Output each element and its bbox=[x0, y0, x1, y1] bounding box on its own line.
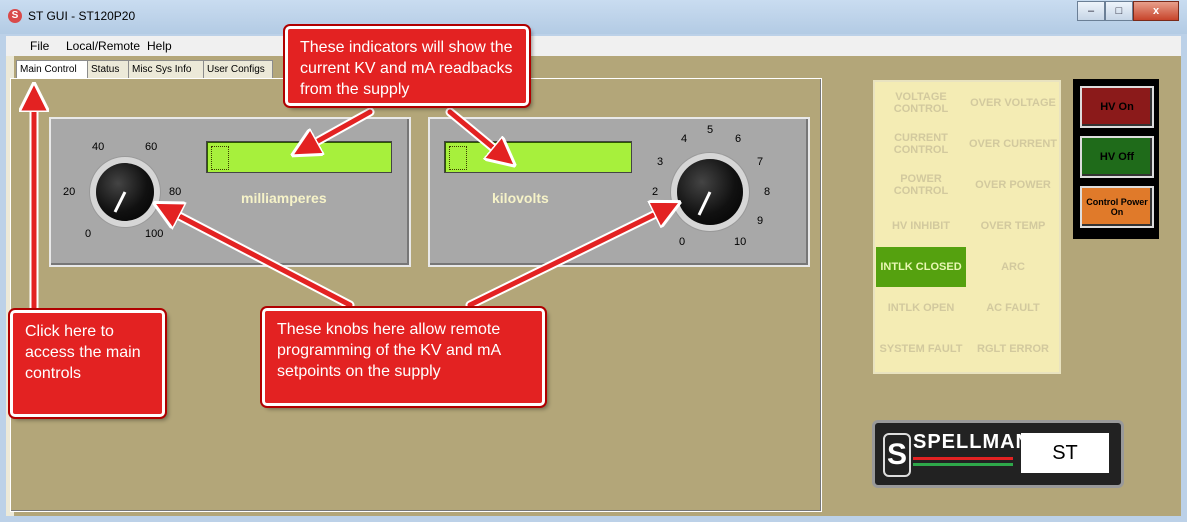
menu-help[interactable]: Help bbox=[147, 39, 172, 53]
logo-stripe-green bbox=[913, 463, 1013, 466]
app-logo-icon: S bbox=[8, 9, 22, 23]
status-indicator: INTLK CLOSED bbox=[876, 247, 966, 287]
ma-readout bbox=[206, 141, 392, 173]
kv-tick: 8 bbox=[764, 186, 771, 198]
status-indicator: SYSTEM FAULT bbox=[879, 343, 963, 355]
status-indicator: INTLK OPEN bbox=[887, 302, 955, 314]
app-window: S ST GUI - ST120P20 – □ x File Local/Rem… bbox=[0, 0, 1187, 522]
hv-control-panel: HV On HV Off Control Power On bbox=[1073, 79, 1159, 239]
status-indicator: OVER VOLTAGE bbox=[970, 97, 1056, 109]
kv-tick: 10 bbox=[734, 236, 747, 248]
kv-knob-pointer-icon bbox=[697, 191, 712, 216]
ma-knob-pointer-icon bbox=[113, 191, 127, 213]
status-indicator: AC FAULT bbox=[986, 302, 1040, 314]
tab-misc-sys-info[interactable]: Misc Sys Info bbox=[128, 60, 204, 79]
kv-readout-cursor bbox=[449, 146, 467, 170]
hv-off-button[interactable]: HV Off bbox=[1080, 136, 1154, 178]
status-indicator: OVER CURRENT bbox=[968, 138, 1057, 150]
kv-tick: 5 bbox=[707, 124, 714, 136]
kv-setpoint-knob[interactable] bbox=[677, 159, 743, 225]
title-bar[interactable]: S ST GUI - ST120P20 – □ x bbox=[0, 0, 1187, 34]
tab-status[interactable]: Status bbox=[87, 60, 129, 79]
logo-stripe-red bbox=[913, 457, 1013, 460]
ma-label: milliamperes bbox=[241, 190, 327, 206]
ma-tick: 40 bbox=[92, 141, 105, 153]
status-indicator: OVER POWER bbox=[975, 179, 1051, 191]
kv-label: kilovolts bbox=[492, 190, 549, 206]
kv-tick: 0 bbox=[679, 236, 686, 248]
callout-knobs: These knobs here allow remote programmin… bbox=[262, 308, 545, 406]
status-indicator: POWER CONTROL bbox=[893, 173, 949, 197]
kv-tick: 6 bbox=[735, 133, 742, 145]
ma-setpoint-knob[interactable] bbox=[96, 163, 154, 221]
ma-tick: 60 bbox=[145, 141, 158, 153]
status-indicator: HV INHIBIT bbox=[891, 220, 951, 232]
status-indicator: RGLT ERROR bbox=[977, 343, 1049, 355]
kv-readout bbox=[444, 141, 632, 173]
kv-tick: 2 bbox=[652, 186, 659, 198]
menu-file[interactable]: File bbox=[30, 39, 49, 53]
logo-model: ST bbox=[1021, 433, 1109, 473]
status-indicator: ARC bbox=[1001, 261, 1025, 273]
kv-tick: 7 bbox=[757, 156, 764, 168]
hv-on-button[interactable]: HV On bbox=[1080, 86, 1154, 128]
logo-brand: SPELLMAN bbox=[913, 431, 1031, 453]
kv-tick: 3 bbox=[657, 156, 664, 168]
kv-tick: 9 bbox=[757, 215, 764, 227]
maximize-button[interactable]: □ bbox=[1105, 1, 1133, 21]
ma-tick: 0 bbox=[85, 228, 92, 240]
control-power-button[interactable]: Control Power On bbox=[1080, 186, 1154, 228]
ma-tick: 100 bbox=[145, 228, 164, 240]
ma-panel: milliamperes 0 20 40 60 80 100 bbox=[49, 117, 411, 267]
menu-bar: File Local/Remote Help bbox=[6, 36, 1181, 56]
ma-readout-cursor bbox=[211, 146, 229, 170]
ma-tick: 80 bbox=[169, 186, 182, 198]
menu-local-remote[interactable]: Local/Remote bbox=[66, 39, 140, 53]
spellman-s-icon: S bbox=[883, 433, 911, 477]
status-indicator: VOLTAGE CONTROL bbox=[893, 91, 949, 115]
kv-panel: kilovolts 0 2 3 4 5 6 7 8 9 10 bbox=[428, 117, 810, 267]
window-title: ST GUI - ST120P20 bbox=[28, 9, 136, 23]
kv-tick: 4 bbox=[681, 133, 688, 145]
status-indicator-panel: VOLTAGE CONTROL OVER VOLTAGE CURRENT CONTR… bbox=[873, 80, 1061, 374]
ma-tick: 20 bbox=[63, 186, 76, 198]
minimize-button[interactable]: – bbox=[1077, 1, 1105, 21]
callout-indicators: These indicators will show the current K… bbox=[285, 26, 529, 106]
callout-main-controls: Click here to access the main controls bbox=[10, 310, 165, 417]
status-indicator: OVER TEMP bbox=[980, 220, 1046, 232]
tab-main-control[interactable]: Main Control bbox=[16, 60, 88, 80]
tab-user-configs[interactable]: User Configs bbox=[203, 60, 273, 79]
status-indicator: CURRENT CONTROL bbox=[893, 132, 949, 156]
close-button[interactable]: x bbox=[1133, 1, 1179, 21]
spellman-logo: S SPELLMAN ST bbox=[872, 420, 1124, 488]
